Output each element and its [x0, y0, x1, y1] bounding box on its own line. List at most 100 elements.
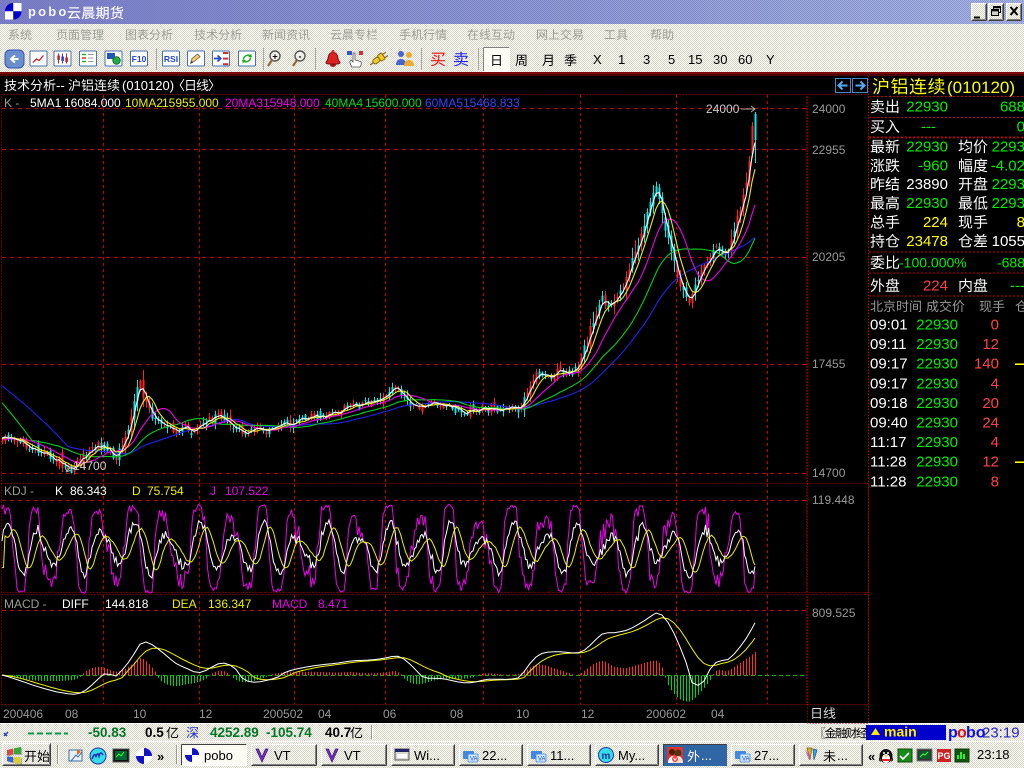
svg-text:pobo: pobo	[28, 4, 69, 19]
svg-text:12: 12	[199, 707, 213, 721]
svg-text:12: 12	[982, 454, 999, 471]
svg-text:VT: VT	[274, 748, 291, 763]
svg-text:-105.74: -105.74	[266, 725, 312, 740]
svg-text:14700: 14700	[73, 459, 107, 473]
svg-text:22930: 22930	[906, 99, 948, 116]
svg-text:04: 04	[711, 707, 725, 721]
svg-text:11...: 11...	[550, 748, 574, 763]
svg-text:22930: 22930	[916, 434, 958, 451]
svg-text:224: 224	[923, 278, 948, 295]
svg-text:Y: Y	[766, 52, 775, 67]
svg-text:23:19: 23:19	[982, 725, 1020, 742]
svg-text:22930: 22930	[916, 454, 958, 471]
svg-text:224: 224	[923, 214, 948, 231]
svg-text:10MA2: 10MA2	[125, 96, 163, 110]
svg-text:+: +	[272, 52, 277, 62]
svg-text:30: 30	[713, 52, 727, 67]
svg-text:»: »	[157, 749, 164, 764]
svg-text:0: 0	[1017, 119, 1024, 136]
svg-text:16084.000: 16084.000	[64, 96, 121, 110]
svg-text:22930: 22930	[916, 336, 958, 353]
svg-text:22930: 22930	[916, 415, 958, 432]
svg-text:22955: 22955	[812, 143, 846, 157]
svg-text:200406: 200406	[3, 707, 43, 721]
svg-text:J: J	[210, 484, 216, 498]
svg-text:5MA1: 5MA1	[30, 96, 62, 110]
svg-text:14700: 14700	[812, 466, 846, 480]
svg-text:17455: 17455	[812, 357, 846, 371]
svg-text:DIFF: DIFF	[62, 597, 89, 611]
svg-text:22930: 22930	[916, 317, 958, 334]
svg-text:20MA3: 20MA3	[225, 96, 263, 110]
svg-text:24000: 24000	[706, 102, 740, 116]
svg-text:22930: 22930	[916, 395, 958, 412]
svg-text:04: 04	[318, 707, 332, 721]
svg-text:2293: 2293	[992, 195, 1024, 212]
svg-text:VA: VA	[470, 757, 478, 763]
svg-text:15948.000: 15948.000	[263, 96, 320, 110]
svg-text:107.522: 107.522	[225, 484, 269, 498]
svg-text:12: 12	[982, 336, 999, 353]
svg-text:MACD -: MACD -	[4, 597, 47, 611]
svg-text:...: ...	[837, 748, 848, 763]
svg-text:75.754: 75.754	[147, 484, 184, 498]
svg-text:11:28: 11:28	[870, 473, 906, 490]
svg-text:22...: 22...	[482, 748, 507, 763]
svg-text:22930: 22930	[916, 375, 958, 392]
svg-text:4: 4	[991, 434, 999, 451]
svg-text:23478: 23478	[906, 233, 948, 250]
svg-text:09:01: 09:01	[870, 317, 908, 334]
svg-text:«: «	[868, 749, 875, 764]
svg-text:23890: 23890	[906, 176, 948, 193]
svg-text:5: 5	[668, 52, 675, 67]
svg-text:200602: 200602	[646, 707, 686, 721]
svg-text:09:18: 09:18	[870, 395, 908, 412]
svg-text:136.347: 136.347	[208, 597, 252, 611]
svg-text:20205: 20205	[812, 250, 846, 264]
svg-text:main: main	[884, 724, 917, 740]
svg-text:-960: -960	[918, 158, 948, 175]
svg-text:200502: 200502	[263, 707, 303, 721]
svg-text:22930: 22930	[906, 195, 948, 212]
svg-text:---: ---	[921, 119, 936, 136]
svg-text:09:17: 09:17	[870, 375, 908, 392]
svg-text:--: --	[56, 78, 65, 93]
svg-text:8.471: 8.471	[318, 597, 348, 611]
svg-text:15600.000: 15600.000	[365, 96, 422, 110]
svg-text:40MA4: 40MA4	[325, 96, 363, 110]
svg-text:K -: K -	[4, 96, 19, 110]
svg-text:144.818: 144.818	[105, 597, 149, 611]
svg-text:8: 8	[991, 473, 999, 490]
svg-text:0: 0	[991, 317, 999, 334]
svg-text:K: K	[55, 484, 63, 498]
svg-text:10: 10	[133, 707, 147, 721]
svg-text:09:40: 09:40	[870, 415, 908, 432]
svg-text:08: 08	[450, 707, 464, 721]
svg-text:22930: 22930	[916, 356, 958, 373]
svg-text:-: -	[299, 52, 302, 62]
svg-text:-688: -688	[997, 255, 1024, 271]
svg-text:-50.83: -50.83	[88, 725, 127, 740]
svg-text:PG: PG	[937, 751, 950, 761]
svg-text:---: ---	[1010, 278, 1024, 295]
svg-text:pobo: pobo	[204, 748, 233, 763]
svg-text:VA: VA	[538, 757, 546, 763]
svg-text:4: 4	[991, 375, 999, 392]
svg-text:86.343: 86.343	[70, 484, 107, 498]
svg-text:My...: My...	[618, 748, 645, 763]
svg-text:(010120): (010120)	[947, 78, 1015, 97]
svg-text:MACD: MACD	[272, 597, 308, 611]
svg-text:4252.89: 4252.89	[210, 725, 259, 740]
svg-text:D: D	[132, 484, 141, 498]
svg-text:11:28: 11:28	[870, 454, 906, 471]
svg-text:15: 15	[688, 52, 702, 67]
svg-text:40.7: 40.7	[325, 725, 351, 740]
svg-text:22930: 22930	[916, 473, 958, 490]
svg-text:1: 1	[618, 52, 625, 67]
svg-text:24000: 24000	[812, 102, 846, 116]
svg-text:2293: 2293	[992, 176, 1024, 193]
svg-text:688: 688	[1000, 99, 1024, 116]
svg-text:06: 06	[383, 707, 397, 721]
svg-text:08: 08	[65, 707, 79, 721]
svg-text:140: 140	[974, 356, 999, 373]
